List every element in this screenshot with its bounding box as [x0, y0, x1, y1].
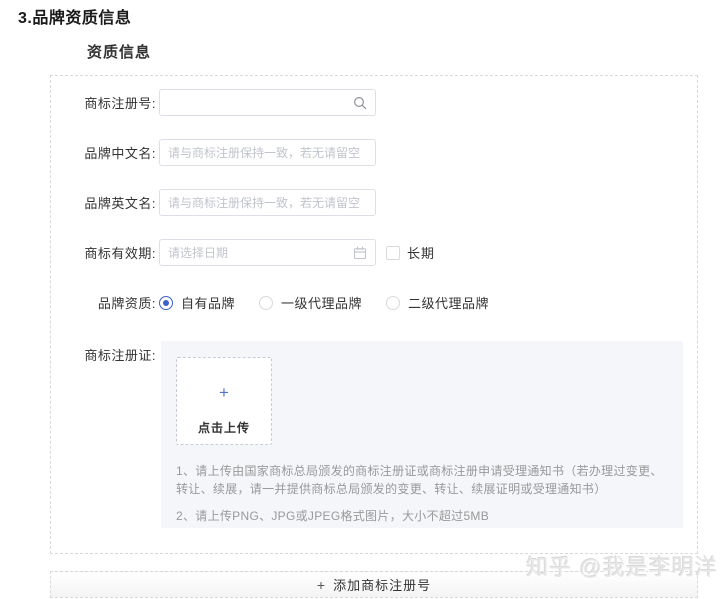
certificate-row: 商标注册证: + 点击上传 1、请上传由国家商标总局颁发的商标注册证或商标注册申…	[51, 341, 697, 528]
brand-type-label: 品牌资质:	[51, 293, 159, 312]
plus-icon: +	[177, 384, 271, 401]
page-title: 3.品牌资质信息	[18, 4, 131, 28]
brand-en-input-wrap	[159, 189, 376, 216]
trademark-number-label: 商标注册号:	[51, 93, 159, 112]
upload-note-1: 1、请上传由国家商标总局颁发的商标注册证或商标注册申请受理通知书（若办理过变更、…	[176, 462, 674, 498]
plus-icon: +	[317, 578, 325, 592]
validity-label: 商标有效期:	[51, 243, 159, 262]
calendar-icon[interactable]	[353, 246, 367, 260]
brand-cn-label: 品牌中文名:	[51, 143, 159, 162]
add-trademark-number-label: 添加商标注册号	[333, 575, 431, 594]
long-term-checkbox[interactable]	[386, 246, 400, 260]
upload-note-2: 2、请上传PNG、JPG或JPEG格式图片，大小不超过5MB	[176, 507, 674, 525]
radio-option-own-brand[interactable]: 自有品牌	[159, 293, 235, 312]
brand-cn-input-wrap	[159, 139, 376, 166]
search-icon[interactable]	[353, 96, 367, 110]
brand-en-row: 品牌英文名:	[51, 189, 697, 216]
trademark-number-input[interactable]	[160, 90, 375, 115]
certificate-label: 商标注册证:	[51, 341, 159, 364]
brand-cn-row: 品牌中文名:	[51, 139, 697, 166]
brand-cn-input[interactable]	[160, 140, 375, 165]
certificate-upload-area: + 点击上传 1、请上传由国家商标总局颁发的商标注册证或商标注册申请受理通知书（…	[161, 341, 683, 528]
radio-option-second-level-agent[interactable]: 二级代理品牌	[386, 293, 489, 312]
brand-type-row: 品牌资质: 自有品牌 一级代理品牌 二级代理品牌	[51, 293, 697, 312]
section-title: 资质信息	[87, 41, 151, 62]
upload-button[interactable]: + 点击上传	[176, 357, 272, 445]
brand-en-label: 品牌英文名:	[51, 193, 159, 212]
qualification-form-panel: 商标注册号: 品牌中文名: 品牌英文名: 商标有效期:	[50, 75, 698, 554]
radio-option-first-level-agent[interactable]: 一级代理品牌	[259, 293, 362, 312]
brand-en-input[interactable]	[160, 190, 375, 215]
long-term-label: 长期	[407, 243, 435, 262]
radio-icon-second-level-agent[interactable]	[386, 296, 400, 310]
validity-row: 商标有效期: 长期	[51, 239, 697, 266]
radio-label-first-level-agent: 一级代理品牌	[281, 293, 362, 312]
validity-date-input[interactable]	[160, 240, 375, 265]
validity-date-input-wrap	[159, 239, 376, 266]
upload-button-label: 点击上传	[177, 419, 271, 436]
radio-label-own-brand: 自有品牌	[181, 293, 235, 312]
add-trademark-number-button[interactable]: + 添加商标注册号	[50, 571, 698, 598]
trademark-number-row: 商标注册号:	[51, 89, 697, 116]
radio-label-second-level-agent: 二级代理品牌	[408, 293, 489, 312]
trademark-number-input-wrap	[159, 89, 376, 116]
radio-icon-first-level-agent[interactable]	[259, 296, 273, 310]
radio-icon-own-brand[interactable]	[159, 296, 173, 310]
